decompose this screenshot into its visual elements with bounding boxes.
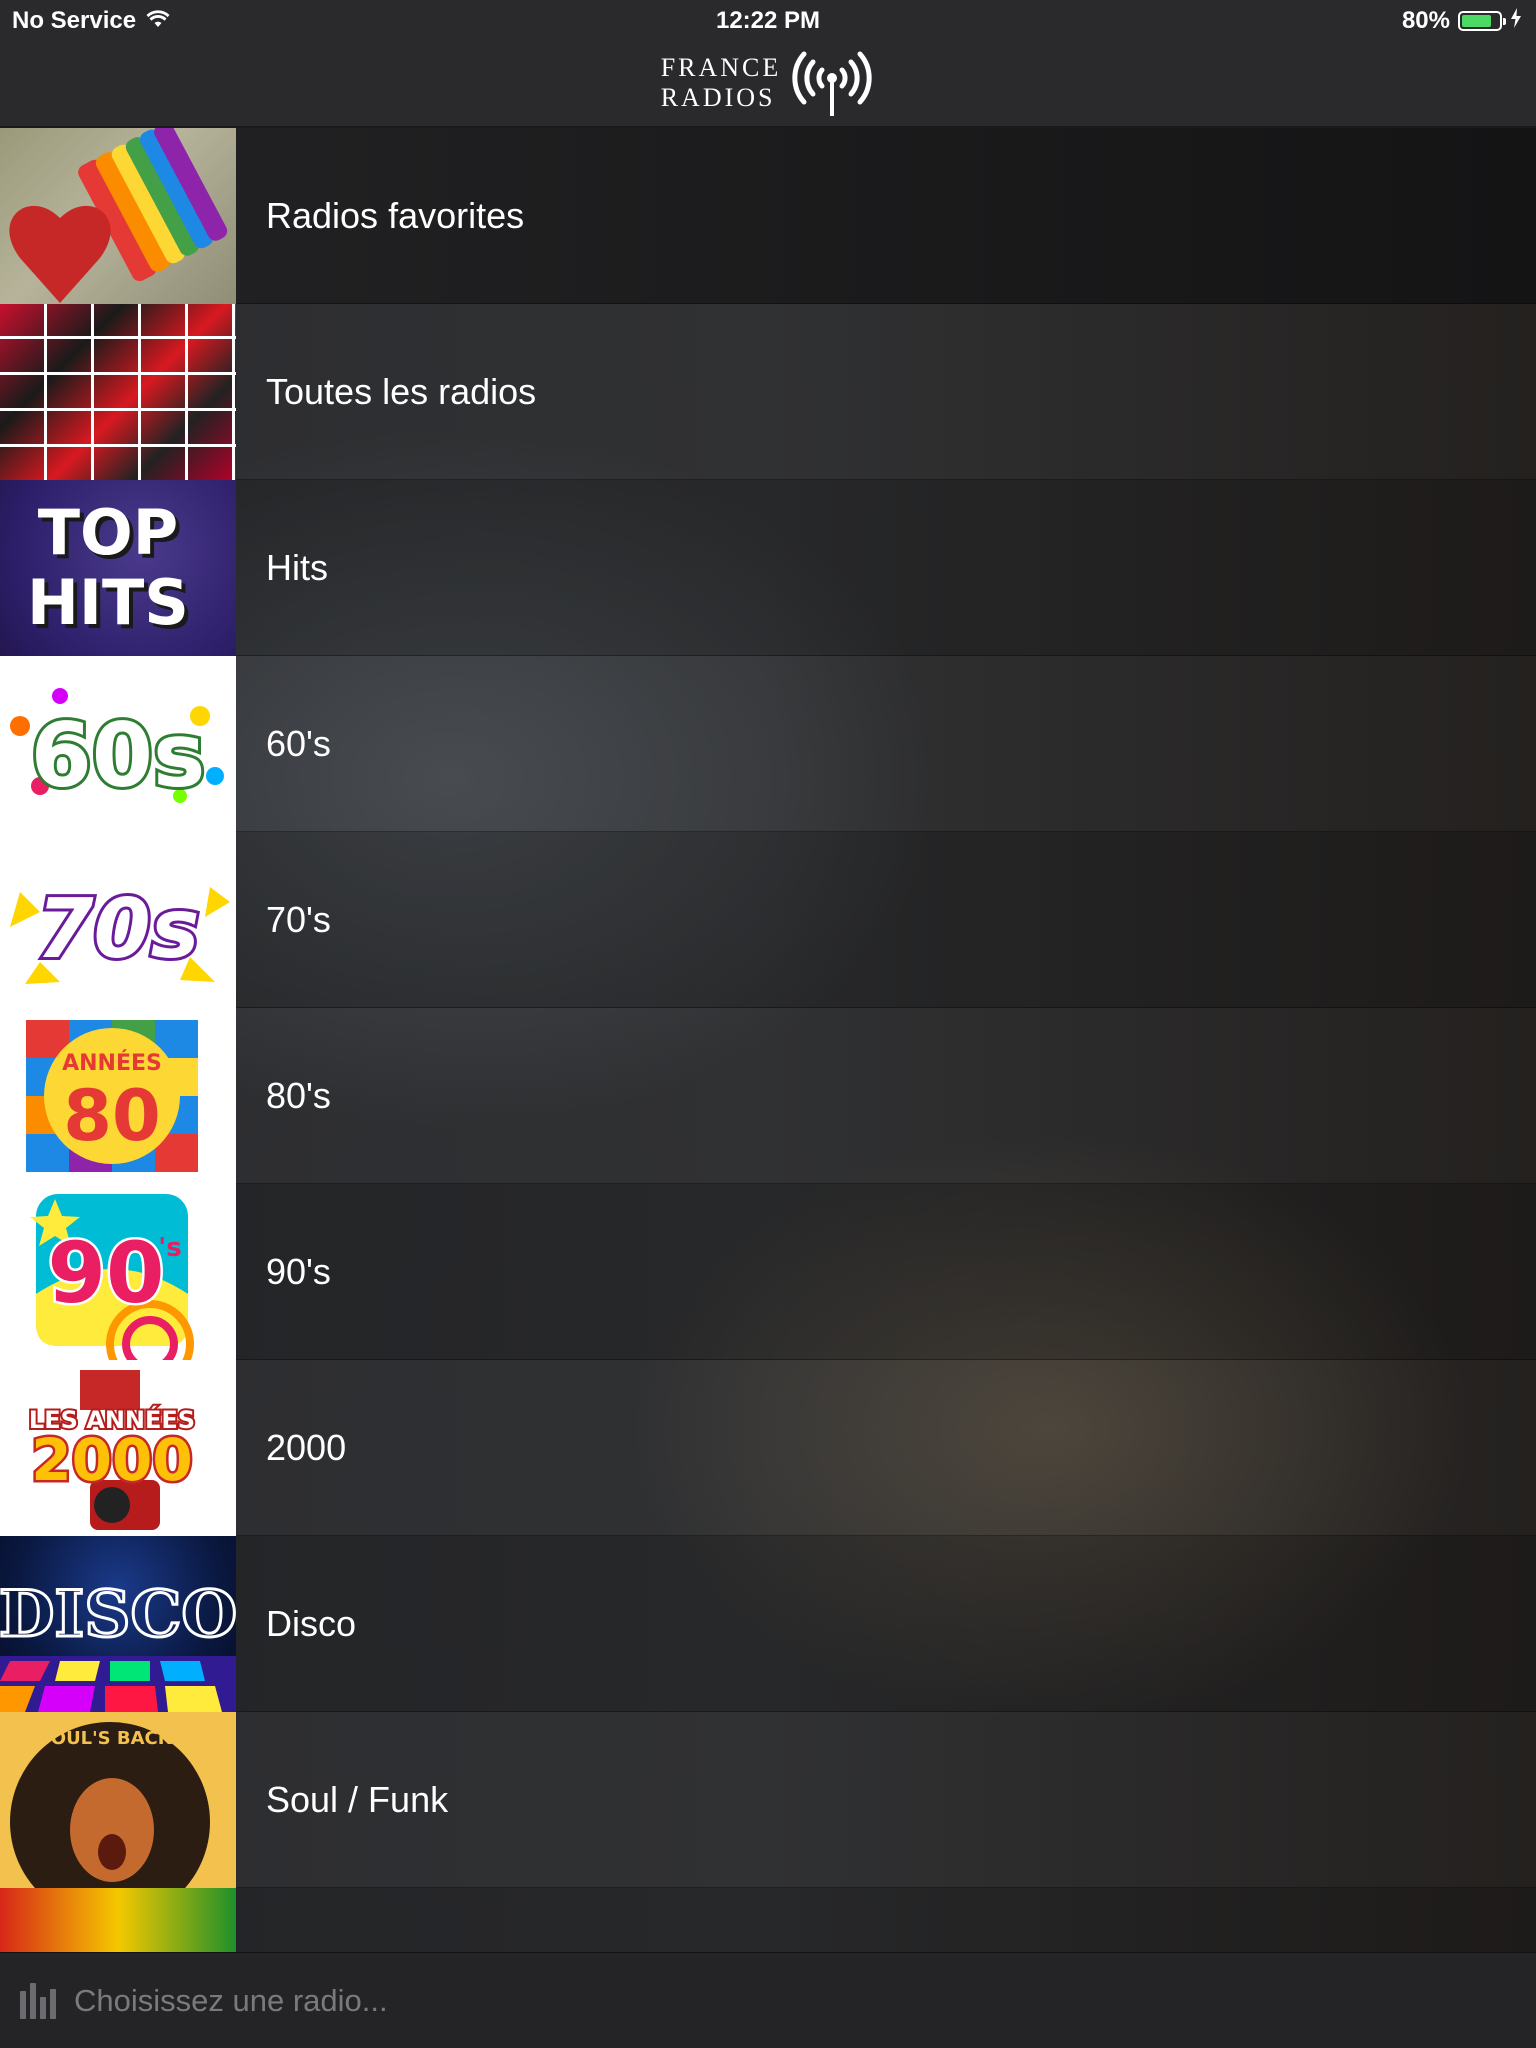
category-label: 90's [266,1250,331,1292]
category-thumbnail: 90 's [0,1183,236,1360]
radio-antenna-icon [789,44,875,123]
status-bar: No Service 12:22 PM 80% [0,0,1536,40]
category-row-2000[interactable]: LES ANNÉES 2000 2000 [0,1359,1536,1536]
thumb-text-hits-fg: HITS [27,566,189,639]
logo-line-1: FRANCE [660,53,782,82]
battery-icon [1458,11,1506,31]
thumb-text-2000: 2000 [31,1426,192,1494]
battery-fill [1462,15,1491,27]
category-label: Soul / Funk [266,1778,449,1820]
category-row-hits[interactable]: TOP TOP HITS HITS Hits [0,479,1536,656]
thumb-text-top-fg: TOP [38,496,178,569]
category-label: 70's [266,898,331,940]
player-bar[interactable]: Choisissez une radio... [0,1952,1536,2048]
category-row-70s[interactable]: 70s 70's [0,831,1536,1008]
category-label: Disco [266,1602,357,1644]
category-row-90s[interactable]: 90 's 90's [0,1183,1536,1360]
category-row-partial[interactable] [0,1887,1536,1952]
category-thumbnail: TOP TOP HITS HITS [0,479,236,656]
category-row-80s[interactable]: ANNÉES 80 80's [0,1007,1536,1184]
category-label: 2000 [266,1426,347,1468]
thumb-text-disco: DISCO [0,1577,236,1652]
status-right: 80% [1402,7,1522,35]
thumb-text-annees: ANNÉES [62,1050,162,1076]
category-thumbnail [0,1887,236,1952]
thumb-text-souls-back: SOUL'S BACK ! [38,1728,186,1749]
category-thumbnail: DISCO [0,1535,236,1712]
category-label: Hits [266,546,328,588]
category-label: 80's [266,1074,331,1116]
category-thumbnail: ANNÉES 80 [0,1007,236,1184]
category-row-favorites[interactable]: Radios favorites [0,128,1536,304]
equalizer-icon [20,1982,56,2019]
category-list[interactable]: Radios favorites Toutes les radios TOP T… [0,128,1536,1952]
thumb-text-60s: 60s [31,704,206,807]
category-label: Toutes les radios [266,370,537,412]
now-playing-placeholder: Choisissez une radio... [74,1982,388,2018]
battery-percent: 80% [1401,7,1450,34]
category-thumbnail: 70s [0,831,236,1008]
app-logo: FRANCE RADIOS [661,44,876,123]
category-thumbnail [0,128,236,304]
thumb-text-70s: 70s [37,882,200,977]
category-label: 60's [266,722,331,764]
thumb-text-90: 90 [48,1224,165,1322]
category-row-soul-funk[interactable]: SOUL'S BACK ! Soul / Funk [0,1711,1536,1888]
category-thumbnail [0,303,236,480]
category-row-60s[interactable]: 60s 60's [0,655,1536,832]
category-thumbnail: LES ANNÉES 2000 [0,1359,236,1536]
thumb-text-80: 80 [63,1075,160,1157]
lightning-icon [1510,7,1522,35]
category-thumbnail: SOUL'S BACK ! [0,1711,236,1888]
category-row-all-radios[interactable]: Toutes les radios [0,303,1536,480]
category-row-disco[interactable]: DISCO Disco [0,1535,1536,1712]
logo-text: FRANCE RADIOS [661,53,782,113]
nav-bar: FRANCE RADIOS [0,40,1536,128]
clock: 12:22 PM [715,7,821,34]
category-label: Radios favorites [266,194,525,236]
thumb-text-s: 's [158,1233,181,1263]
logo-line-2: RADIOS [660,83,776,112]
category-thumbnail: 60s [0,655,236,832]
